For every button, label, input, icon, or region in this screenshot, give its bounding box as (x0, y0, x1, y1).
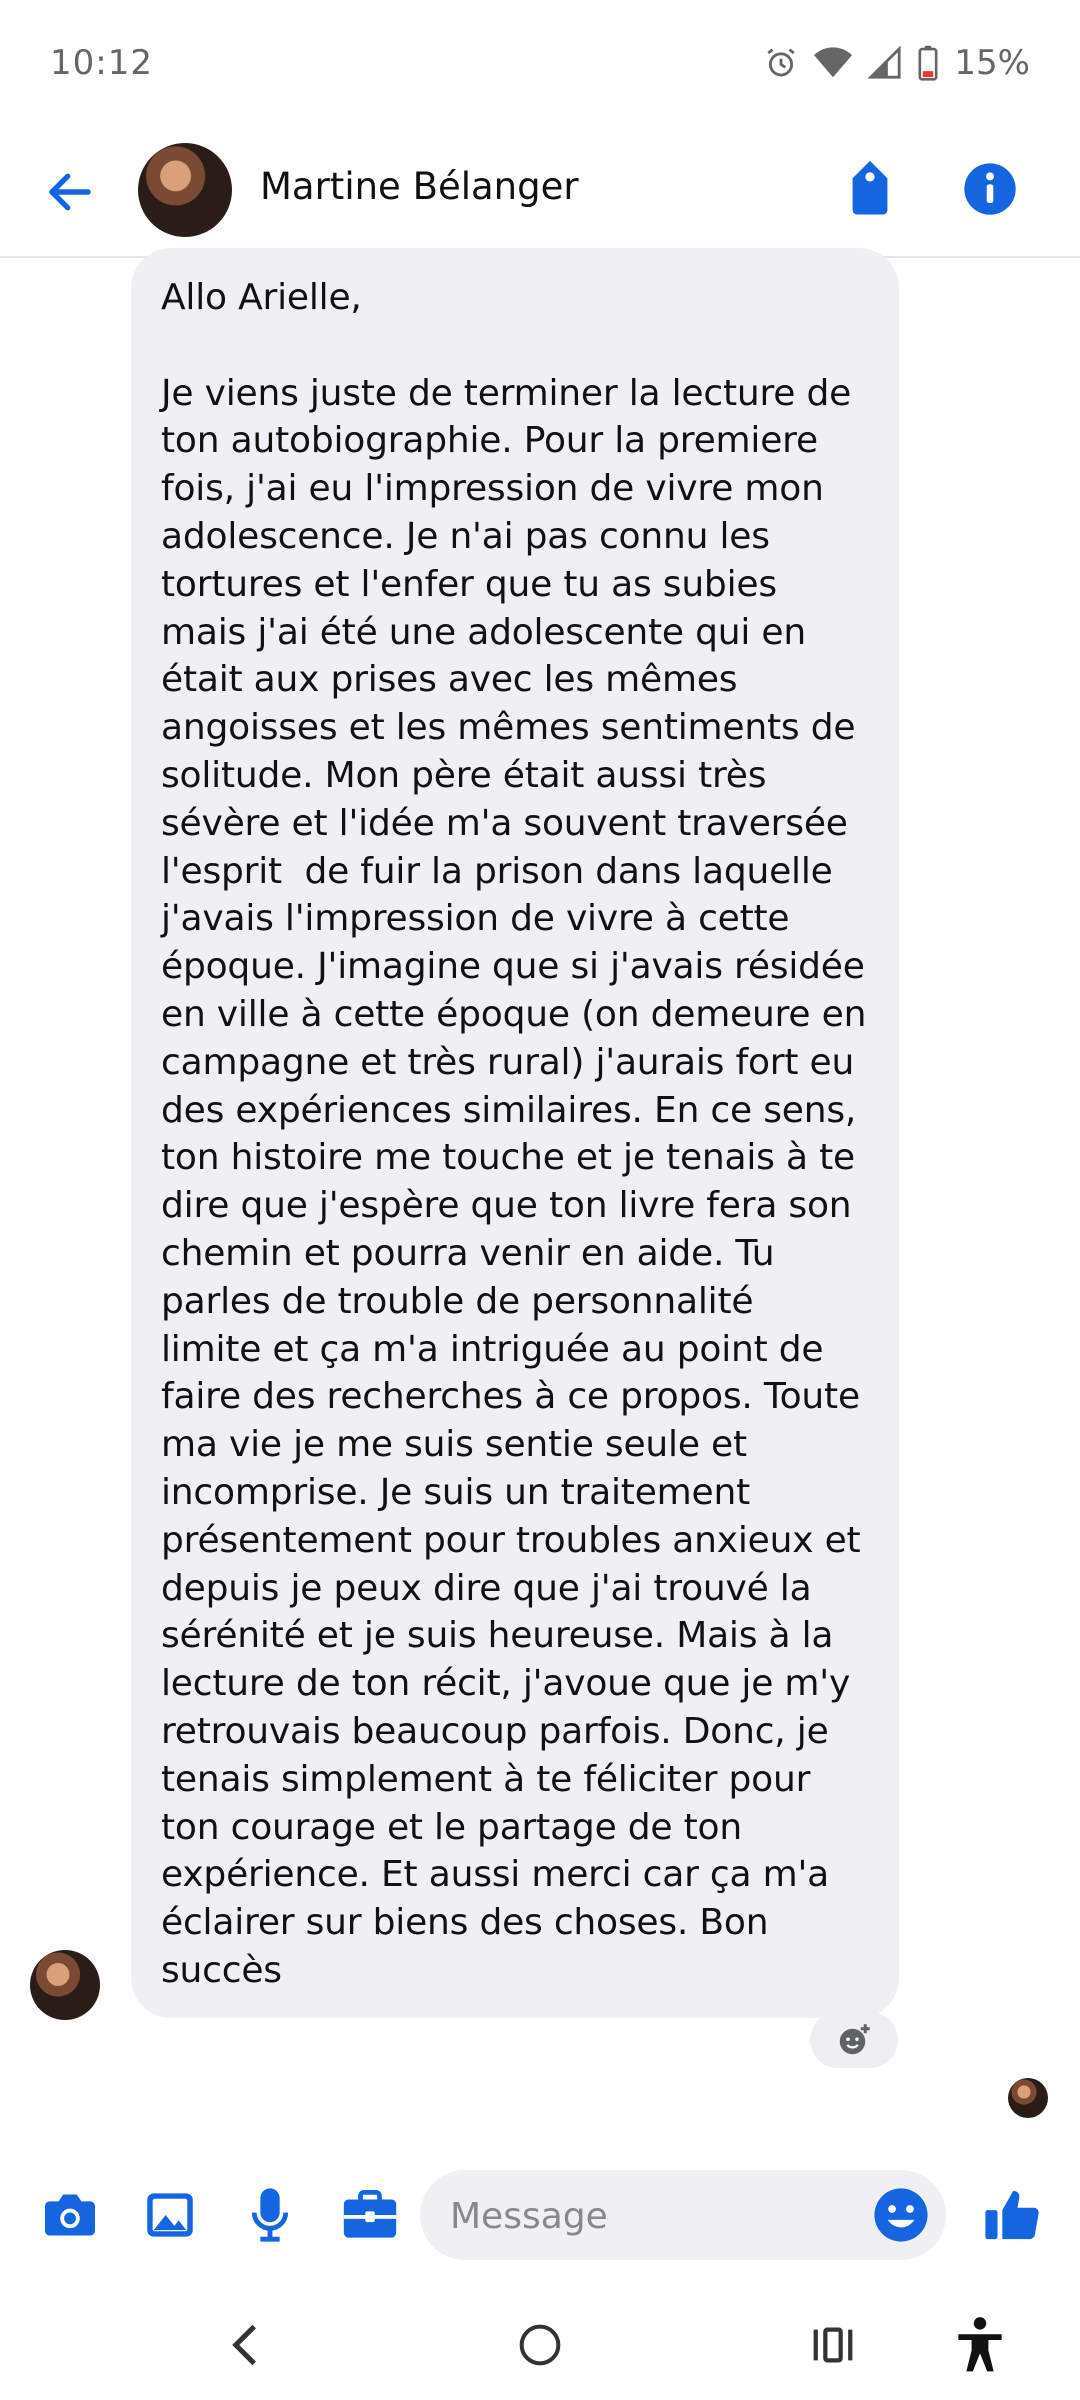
alarm-icon (767, 47, 796, 76)
gallery-button[interactable] (140, 2185, 200, 2245)
message-input-container (420, 2170, 946, 2260)
message-text: Allo Arielle, Je viens juste de terminer… (161, 277, 867, 1991)
emoji-button[interactable] (872, 2186, 930, 2244)
briefcase-button[interactable] (340, 2185, 400, 2245)
contact-avatar[interactable] (138, 143, 232, 237)
wifi-icon (814, 46, 853, 77)
battery-icon (918, 45, 938, 81)
back-button[interactable] (40, 165, 100, 219)
info-button[interactable] (962, 161, 1018, 217)
status-bar: 10:12 15% (0, 0, 1080, 125)
contact-name[interactable]: Martine Bélanger (260, 165, 579, 208)
system-navigation-bar (0, 2285, 1080, 2400)
status-time: 10:12 (50, 42, 153, 83)
add-reaction-button[interactable] (810, 2012, 898, 2068)
message-composer (0, 2165, 1080, 2265)
microphone-icon (251, 2188, 289, 2242)
nav-back-button[interactable] (210, 2315, 280, 2375)
tag-icon (852, 160, 888, 215)
chevron-left-icon (232, 2324, 256, 2366)
accessibility-icon (958, 2317, 1002, 2372)
emoji-icon (874, 2188, 928, 2242)
signal-icon (868, 45, 902, 79)
status-icons: 15% (764, 43, 1030, 83)
message-bubble[interactable]: Allo Arielle, Je viens juste de terminer… (131, 248, 899, 2018)
camera-button[interactable] (40, 2185, 100, 2245)
add-reaction-icon (839, 2024, 870, 2055)
message-input[interactable] (448, 2188, 852, 2244)
seen-indicator-avatar (1008, 2078, 1048, 2118)
nav-recents-button[interactable] (798, 2315, 868, 2375)
voice-message-button[interactable] (240, 2185, 300, 2245)
arrow-left-icon (49, 173, 91, 211)
tag-button[interactable] (846, 158, 894, 216)
recents-icon (813, 2327, 853, 2363)
home-circle-icon (519, 2324, 561, 2366)
accessibility-button[interactable] (945, 2315, 1015, 2375)
sender-avatar[interactable] (30, 1950, 100, 2020)
nav-home-button[interactable] (505, 2315, 575, 2375)
battery-percent: 15% (954, 42, 1030, 83)
like-button[interactable] (982, 2185, 1042, 2245)
image-icon (147, 2193, 193, 2237)
thumbs-up-icon (985, 2190, 1039, 2240)
info-icon (964, 163, 1016, 215)
camera-icon (45, 2194, 95, 2236)
conversation-header: Martine Bélanger (0, 125, 1080, 258)
briefcase-icon (343, 2190, 397, 2238)
